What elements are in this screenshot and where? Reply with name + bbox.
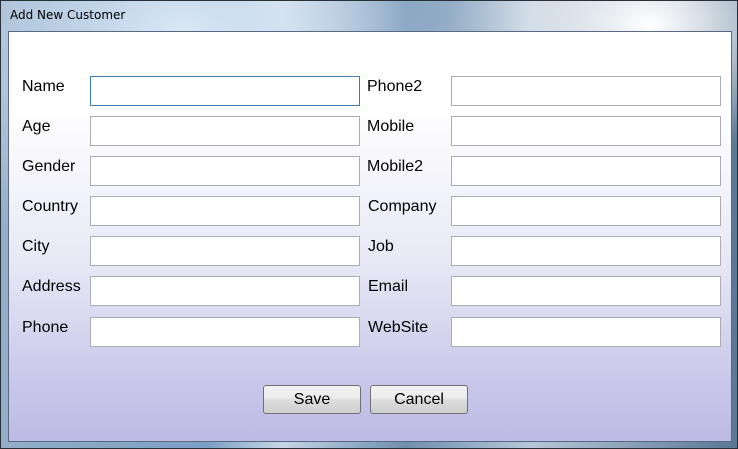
form-panel: Name Age Gender Country City Address Pho… [8,31,732,442]
window-title: Add New Customer [10,8,126,22]
country-field[interactable] [90,196,360,226]
website-field[interactable] [451,317,721,347]
company-field[interactable] [451,196,721,226]
name-field[interactable] [90,76,360,106]
address-field[interactable] [90,276,360,306]
city-field[interactable] [90,236,360,266]
cancel-button[interactable]: Cancel [370,385,468,414]
phone-label: Phone [22,319,69,336]
mobile2-label: Mobile2 [367,158,424,175]
address-label: Address [22,278,81,295]
website-label: WebSite [368,319,429,336]
age-field[interactable] [90,116,360,146]
email-label: Email [368,278,409,295]
mobile-field[interactable] [451,116,721,146]
mobile-label: Mobile [367,118,415,135]
gender-label: Gender [22,158,76,175]
city-label: City [22,238,50,255]
gender-field[interactable] [90,156,360,186]
phone-field[interactable] [90,317,360,347]
phone2-field[interactable] [451,76,721,106]
job-label: Job [368,238,394,255]
save-button[interactable]: Save [263,385,361,414]
mobile2-field[interactable] [451,156,721,186]
title-bar[interactable]: Add New Customer [1,1,737,31]
add-customer-window: Add New Customer Name Age Gender Country… [0,0,738,449]
name-label: Name [22,78,65,95]
company-label: Company [368,198,437,215]
phone2-label: Phone2 [367,78,423,95]
age-label: Age [22,118,51,135]
country-label: Country [22,198,79,215]
email-field[interactable] [451,276,721,306]
job-field[interactable] [451,236,721,266]
